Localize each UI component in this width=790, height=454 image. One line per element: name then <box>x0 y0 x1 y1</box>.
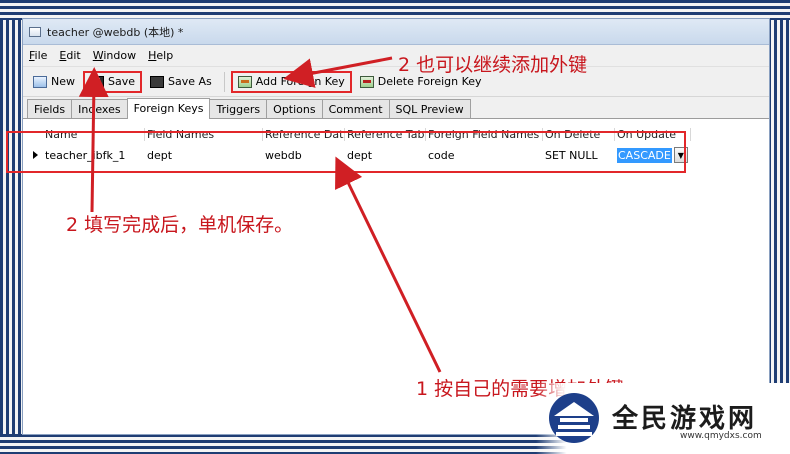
watermark-url: www.qmydxs.com <box>680 431 762 441</box>
annotation-add-more-foreign-keys: 2 也可以继续添加外键 <box>398 54 588 76</box>
tab-indexes[interactable]: Indexes <box>71 99 128 118</box>
menu-file[interactable]: File <box>29 49 47 62</box>
watermark-brand: 全民游戏网 <box>612 404 758 434</box>
add-key-icon <box>237 75 252 88</box>
floppy-disk-icon <box>90 75 104 88</box>
new-table-icon <box>33 75 47 88</box>
menu-edit-rest: dit <box>66 49 81 62</box>
save-button-label: Save <box>108 75 136 88</box>
new-button-label: New <box>51 75 75 88</box>
floppy-disk-icon <box>150 75 165 88</box>
save-as-button[interactable]: Save As <box>144 71 218 93</box>
save-as-button-label: Save As <box>168 75 212 88</box>
menu-help-rest: elp <box>156 49 174 62</box>
title-bar: teacher @webdb (本地) * <box>23 19 769 45</box>
menu-edit[interactable]: Edit <box>59 49 80 62</box>
new-button[interactable]: New <box>27 71 81 93</box>
add-foreign-key-button[interactable]: Add Foreign Key <box>230 70 352 93</box>
delete-key-icon <box>359 75 374 88</box>
tab-foreign-keys[interactable]: Foreign Keys <box>126 98 211 119</box>
designer-tabs: Fields Indexes Foreign Keys Triggers Opt… <box>23 97 769 119</box>
site-logo-icon <box>549 393 599 443</box>
annotation-save-after-filling: 2 填写完成后，单机保存。 <box>66 214 294 236</box>
menu-file-rest: ile <box>34 49 48 62</box>
table-icon <box>29 26 41 37</box>
decorative-border-top <box>0 0 790 20</box>
tab-fields[interactable]: Fields <box>27 99 73 118</box>
menu-window-rest: indow <box>103 49 137 62</box>
tab-sql-preview[interactable]: SQL Preview <box>388 99 471 118</box>
tab-triggers[interactable]: Triggers <box>209 99 268 118</box>
toolbar: New Save Save As Add Foreign Key Delete … <box>23 67 769 97</box>
tab-comment[interactable]: Comment <box>321 99 390 118</box>
menu-bar: File Edit Window Help <box>23 45 769 67</box>
menu-window[interactable]: Window <box>93 49 136 62</box>
window-title: teacher @webdb (本地) * <box>47 25 184 39</box>
foreign-key-row-highlight <box>6 131 686 173</box>
tab-options[interactable]: Options <box>266 99 323 118</box>
toolbar-separator <box>223 71 225 92</box>
add-foreign-key-label: Add Foreign Key <box>255 75 345 88</box>
menu-help[interactable]: Help <box>148 49 173 62</box>
save-button[interactable]: Save <box>83 70 143 93</box>
